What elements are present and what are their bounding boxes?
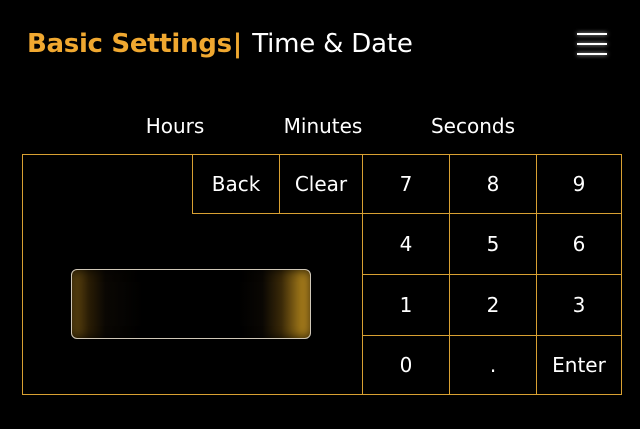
key-8[interactable]: 8 [450,155,536,213]
title-separator: | [232,29,243,59]
key-7[interactable]: 7 [363,155,449,213]
key-6[interactable]: 6 [537,214,621,274]
menu-bar [577,53,607,55]
key-3[interactable]: 3 [537,275,621,335]
seconds-label[interactable]: Seconds [413,114,533,138]
hours-label[interactable]: Hours [115,114,235,138]
page-header: Basic Settings | Time & Date [27,24,413,64]
grid-line [192,213,362,214]
page-title: Basic Settings [27,29,232,59]
key-4[interactable]: 4 [363,214,449,274]
menu-bar [577,33,607,35]
page-subtitle: Time & Date [252,29,413,59]
key-0[interactable]: 0 [363,336,449,394]
time-value-display[interactable] [71,269,311,339]
key-9[interactable]: 9 [537,155,621,213]
minutes-label[interactable]: Minutes [263,114,383,138]
back-button[interactable]: Back [193,155,279,213]
enter-button[interactable]: Enter [537,336,621,394]
decimal-point-button[interactable]: . [450,336,536,394]
key-2[interactable]: 2 [450,275,536,335]
key-1[interactable]: 1 [363,275,449,335]
key-5[interactable]: 5 [450,214,536,274]
clear-button[interactable]: Clear [280,155,362,213]
hamburger-menu-icon[interactable] [575,30,609,58]
menu-bar [577,43,607,45]
